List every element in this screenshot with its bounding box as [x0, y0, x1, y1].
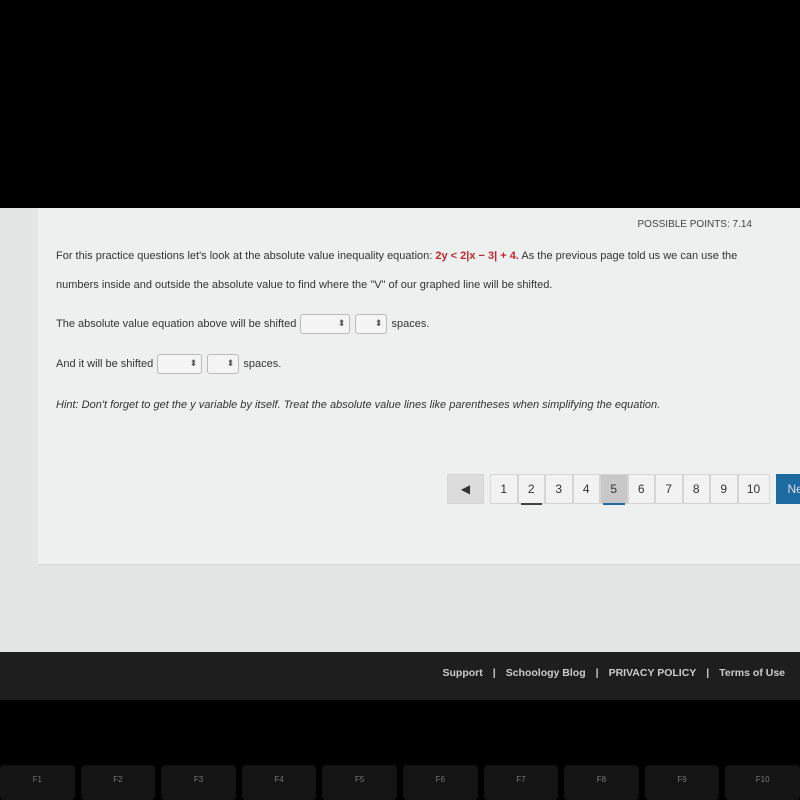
direction-select-1[interactable]	[355, 314, 388, 334]
next-button[interactable]: Next	[775, 474, 800, 504]
pagination: ◀ 1 2 3 4 5 6 7 8 9 10 Next	[447, 474, 800, 505]
answer-line-2: And it will be shifted spaces.	[56, 354, 281, 374]
key-f2: F2	[80, 765, 156, 800]
page-1[interactable]: 1	[490, 474, 518, 504]
separator: |	[492, 667, 496, 679]
question-intro-line2: numbers inside and outside the absolute …	[56, 279, 553, 291]
separator: |	[706, 667, 710, 679]
keyboard-function-row: F1 F2 F3 F4 F5 F6 F7 F8 F9 F10	[0, 765, 800, 800]
key-f9: F9	[644, 765, 720, 800]
hint-text: Hint: Don't forget to get the y variable…	[56, 399, 661, 411]
amount-select-1[interactable]	[300, 314, 351, 334]
footer: Support | Schoology Blog | PRIVACY POLIC…	[0, 652, 800, 700]
key-f5: F5	[322, 765, 397, 800]
page-6[interactable]: 6	[627, 474, 655, 504]
key-f6: F6	[402, 765, 478, 800]
key-f8: F8	[564, 765, 639, 800]
privacy-policy-link[interactable]: PRIVACY POLICY	[609, 667, 697, 679]
key-f10: F10	[725, 765, 800, 800]
spaces-label-2: spaces.	[243, 357, 282, 370]
page-2[interactable]: 2	[517, 474, 545, 505]
answer-line-1-label: The absolute value equation above will b…	[56, 317, 297, 330]
previous-page-button[interactable]: ◀	[447, 474, 484, 504]
key-f3: F3	[161, 765, 236, 800]
page-7[interactable]: 7	[655, 474, 683, 504]
page-3[interactable]: 3	[545, 474, 573, 504]
answer-line-1: The absolute value equation above will b…	[56, 314, 429, 334]
page: POSSIBLE POINTS: 7.14 For this practice …	[0, 208, 800, 652]
page-4[interactable]: 4	[572, 474, 600, 504]
page-5-current[interactable]: 5	[600, 474, 628, 505]
possible-points: POSSIBLE POINTS: 7.14	[637, 219, 753, 230]
terms-of-use-link[interactable]: Terms of Use	[719, 667, 785, 679]
intro-text: For this practice questions let's look a…	[56, 250, 433, 262]
support-link[interactable]: Support	[443, 667, 483, 679]
amount-select-2[interactable]	[157, 354, 203, 374]
direction-select-2[interactable]	[207, 354, 240, 374]
page-10[interactable]: 10	[737, 474, 770, 504]
key-f1: F1	[0, 765, 75, 800]
intro-text-after: As the previous page told us we can use …	[521, 250, 738, 262]
page-9[interactable]: 9	[710, 474, 738, 504]
question-intro: For this practice questions let's look a…	[56, 250, 737, 262]
equation: 2y < 2|x − 3| + 4.	[435, 250, 519, 262]
page-8[interactable]: 8	[682, 474, 710, 504]
key-f4: F4	[241, 765, 317, 800]
separator: |	[595, 667, 599, 679]
answer-line-2-label: And it will be shifted	[56, 357, 154, 370]
schoology-blog-link[interactable]: Schoology Blog	[506, 667, 586, 679]
spaces-label-1: spaces.	[391, 317, 430, 330]
key-f7: F7	[483, 765, 559, 800]
question-card: POSSIBLE POINTS: 7.14 For this practice …	[38, 208, 800, 565]
